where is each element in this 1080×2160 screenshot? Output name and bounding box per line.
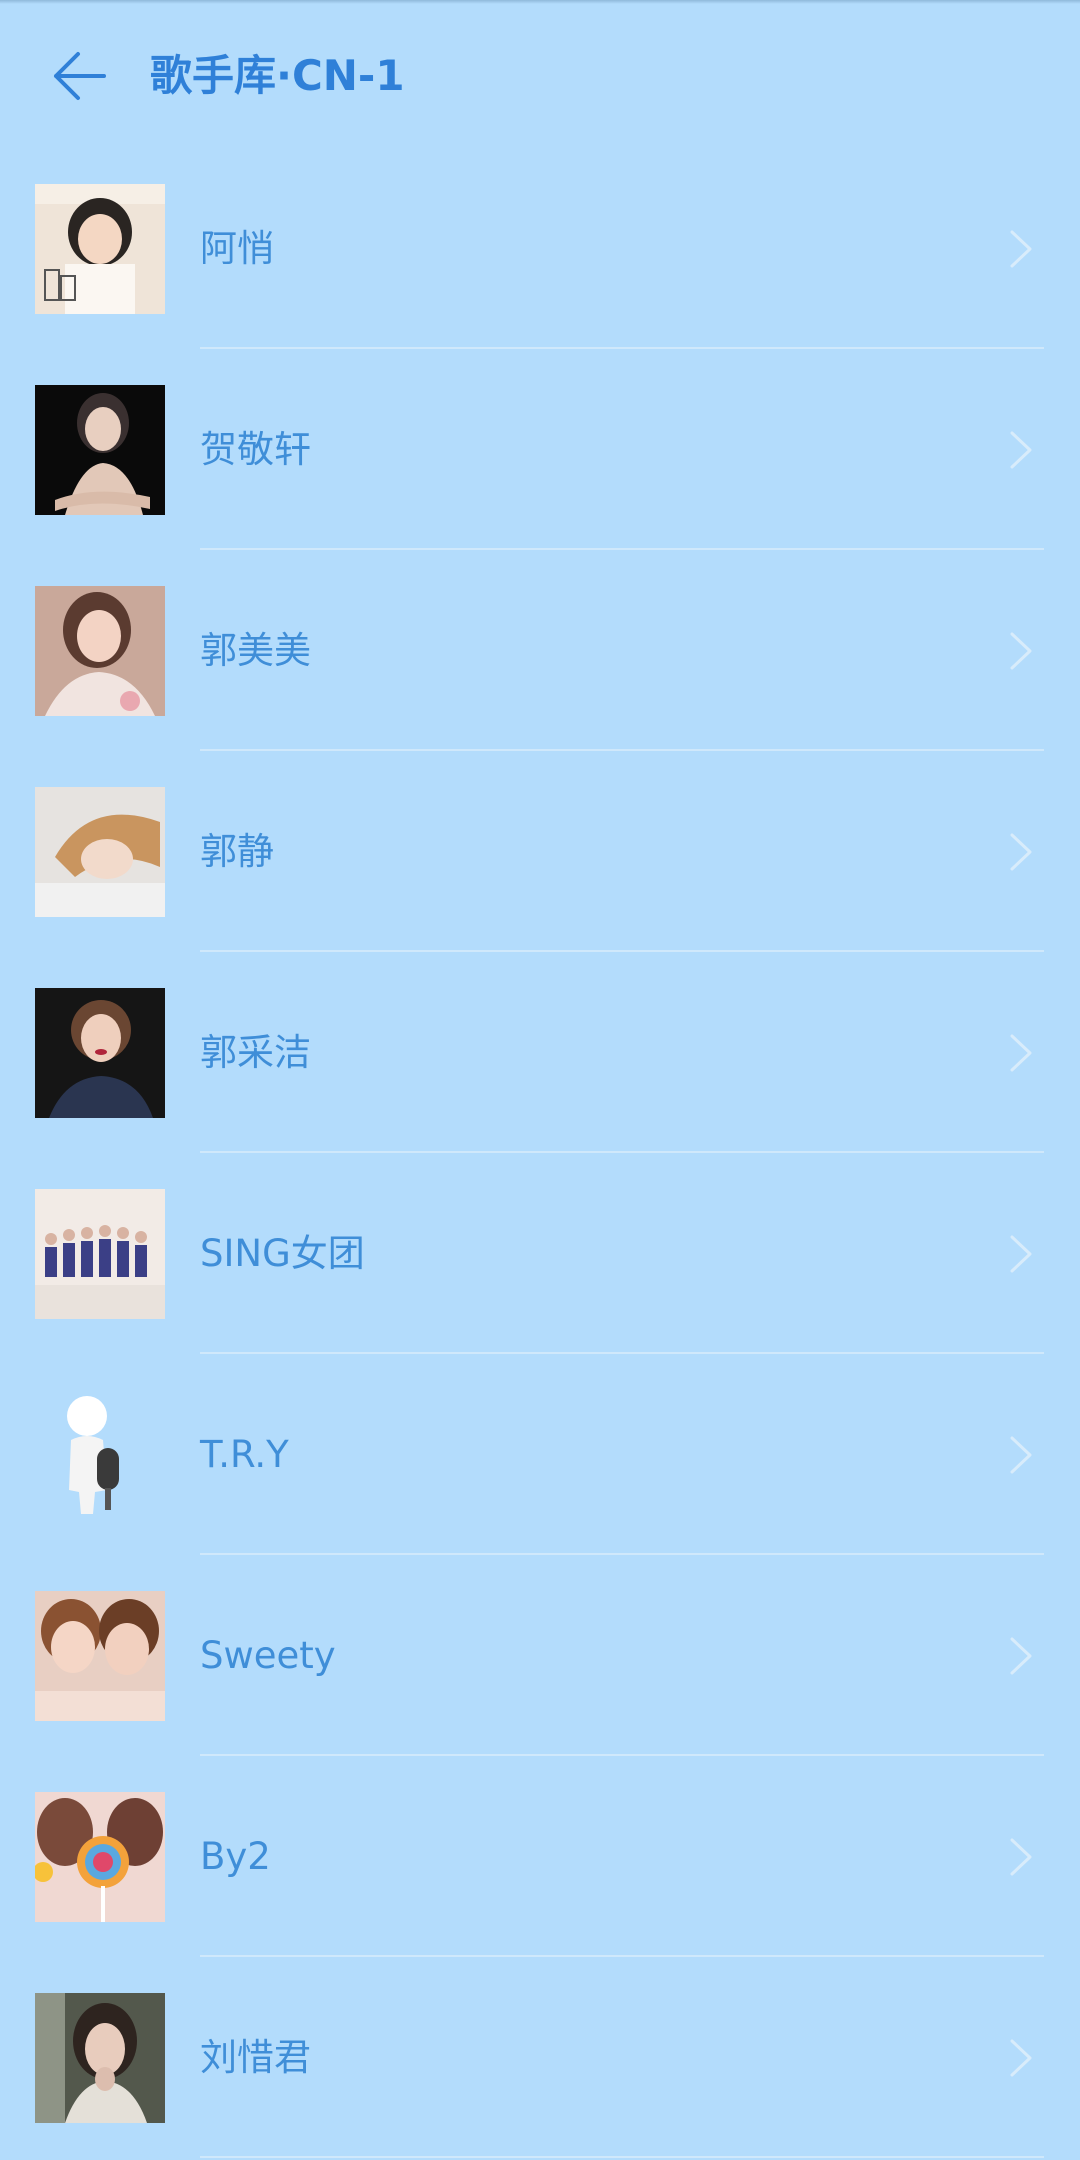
chevron-right-icon bbox=[1010, 1838, 1032, 1876]
singer-avatar bbox=[35, 1591, 165, 1721]
singer-avatar bbox=[35, 787, 165, 917]
singer-avatar bbox=[35, 385, 165, 515]
singer-row[interactable]: 刘惜君 bbox=[0, 1957, 1080, 2158]
singer-name: 郭美美 bbox=[200, 629, 311, 672]
chevron-right-icon bbox=[1010, 1436, 1032, 1474]
singer-name: T.R.Y bbox=[200, 1433, 289, 1476]
chevron-right-icon bbox=[1010, 1235, 1032, 1273]
singer-row[interactable]: T.R.Y bbox=[0, 1354, 1080, 1555]
chevron-right-icon bbox=[1010, 2039, 1032, 2077]
chevron-right-icon bbox=[1010, 1637, 1032, 1675]
singer-avatar bbox=[35, 586, 165, 716]
singer-row[interactable]: 阿悄 bbox=[0, 148, 1080, 349]
row-divider bbox=[200, 2156, 1044, 2158]
singer-name: Sweety bbox=[200, 1634, 336, 1677]
singer-avatar bbox=[35, 184, 165, 314]
back-button[interactable] bbox=[44, 44, 116, 108]
singer-row[interactable]: 郭静 bbox=[0, 751, 1080, 952]
chevron-right-icon bbox=[1010, 230, 1032, 268]
singer-row[interactable]: 贺敬轩 bbox=[0, 349, 1080, 550]
singer-name: SING女团 bbox=[200, 1232, 365, 1275]
chevron-right-icon bbox=[1010, 632, 1032, 670]
singer-avatar bbox=[35, 1189, 165, 1319]
chevron-right-icon bbox=[1010, 1034, 1032, 1072]
singer-name: 贺敬轩 bbox=[200, 428, 311, 471]
singer-avatar bbox=[35, 1792, 165, 1922]
singer-avatar bbox=[35, 988, 165, 1118]
singer-row[interactable]: Sweety bbox=[0, 1555, 1080, 1756]
app-bar: 歌手库·CN-1 bbox=[0, 0, 1080, 150]
singer-name: By2 bbox=[200, 1835, 271, 1878]
singer-row[interactable]: By2 bbox=[0, 1756, 1080, 1957]
singer-list: 阿悄 贺敬轩 郭美美 郭静 郭采洁 SING女团 T.R.Y Sweety By… bbox=[0, 148, 1080, 2158]
singer-name: 刘惜君 bbox=[200, 2036, 311, 2079]
chevron-right-icon bbox=[1010, 431, 1032, 469]
chevron-right-icon bbox=[1010, 833, 1032, 871]
singer-row[interactable]: SING女团 bbox=[0, 1153, 1080, 1354]
singer-name: 郭静 bbox=[200, 830, 274, 873]
singer-row[interactable]: 郭美美 bbox=[0, 550, 1080, 751]
page-title: 歌手库·CN-1 bbox=[150, 51, 405, 100]
singer-name: 阿悄 bbox=[200, 227, 274, 270]
singer-row[interactable]: 郭采洁 bbox=[0, 952, 1080, 1153]
singer-avatar bbox=[35, 1993, 165, 2123]
arrow-left-icon bbox=[54, 52, 106, 100]
singer-name: 郭采洁 bbox=[200, 1031, 311, 1074]
singer-avatar bbox=[35, 1390, 165, 1520]
